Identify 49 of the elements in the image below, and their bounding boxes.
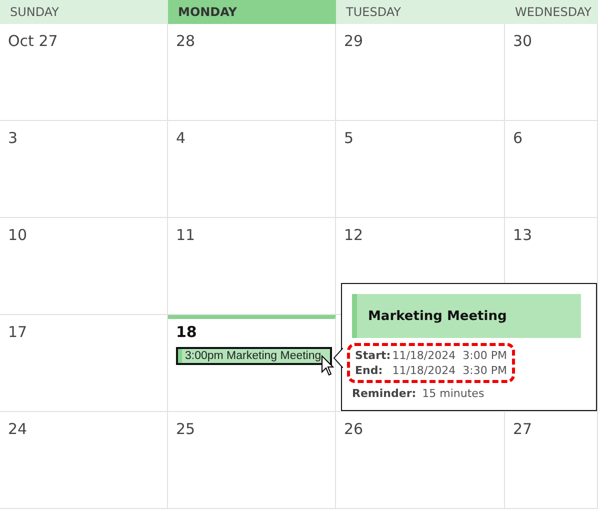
day-cell[interactable]: 24 [0, 412, 168, 509]
day-number: 4 [176, 129, 186, 147]
day-cell[interactable]: 25 [168, 412, 336, 509]
detail-date: 11/18/2024 [392, 364, 457, 377]
day-cell[interactable]: 17 [0, 315, 168, 412]
detail-time: 3:30 PM [462, 364, 507, 377]
day-number: 11 [176, 226, 196, 244]
day-cell[interactable]: 11 [168, 218, 336, 315]
detail-date: 11/18/2024 [392, 349, 457, 362]
day-number: Oct 27 [8, 32, 58, 50]
day-cell[interactable]: 5 [336, 121, 505, 218]
day-number: 3 [8, 129, 18, 147]
day-cell[interactable]: 29 [336, 24, 505, 121]
day-number: 26 [344, 420, 364, 438]
day-cell[interactable]: Oct 27 [0, 24, 168, 121]
reminder-label: Reminder: [352, 387, 416, 400]
day-number: 27 [513, 420, 532, 438]
day-number: 17 [8, 323, 28, 341]
reminder-value: 15 minutes [422, 387, 484, 400]
day-number: 30 [513, 32, 532, 50]
day-cell[interactable]: 6 [505, 121, 598, 218]
weekday-header: WEDNESDAY [505, 0, 598, 24]
detail-label: End: [355, 364, 384, 377]
event-title: Marketing Meeting [352, 294, 581, 338]
weekday-header: TUESDAY [336, 0, 505, 24]
day-cell[interactable]: 4 [168, 121, 336, 218]
day-number: 25 [176, 420, 196, 438]
day-number: 18 [176, 323, 197, 341]
day-number: 6 [513, 129, 523, 147]
day-cell[interactable]: 27 [505, 412, 598, 509]
weekday-header: SUNDAY [0, 0, 168, 24]
day-cell[interactable]: 28 [168, 24, 336, 121]
day-cell[interactable]: 30 [505, 24, 598, 121]
day-cell[interactable]: 26 [336, 412, 505, 509]
day-number: 10 [8, 226, 28, 244]
detail-label: Start: [355, 349, 392, 362]
day-number: 28 [176, 32, 196, 50]
detail-time: 3:00 PM [462, 349, 507, 362]
day-cell[interactable]: 18 3:00pm Marketing Meeting [168, 315, 336, 412]
day-number: 5 [344, 129, 354, 147]
day-number: 29 [344, 32, 364, 50]
day-number: 24 [8, 420, 28, 438]
weekday-header: MONDAY [168, 0, 336, 24]
calendar-event[interactable]: 3:00pm Marketing Meeting [176, 347, 332, 365]
mouse-pointer-icon [321, 355, 335, 377]
day-number: 13 [513, 226, 532, 244]
day-cell[interactable]: 10 [0, 218, 168, 315]
day-number: 12 [344, 226, 364, 244]
day-cell[interactable]: 3 [0, 121, 168, 218]
